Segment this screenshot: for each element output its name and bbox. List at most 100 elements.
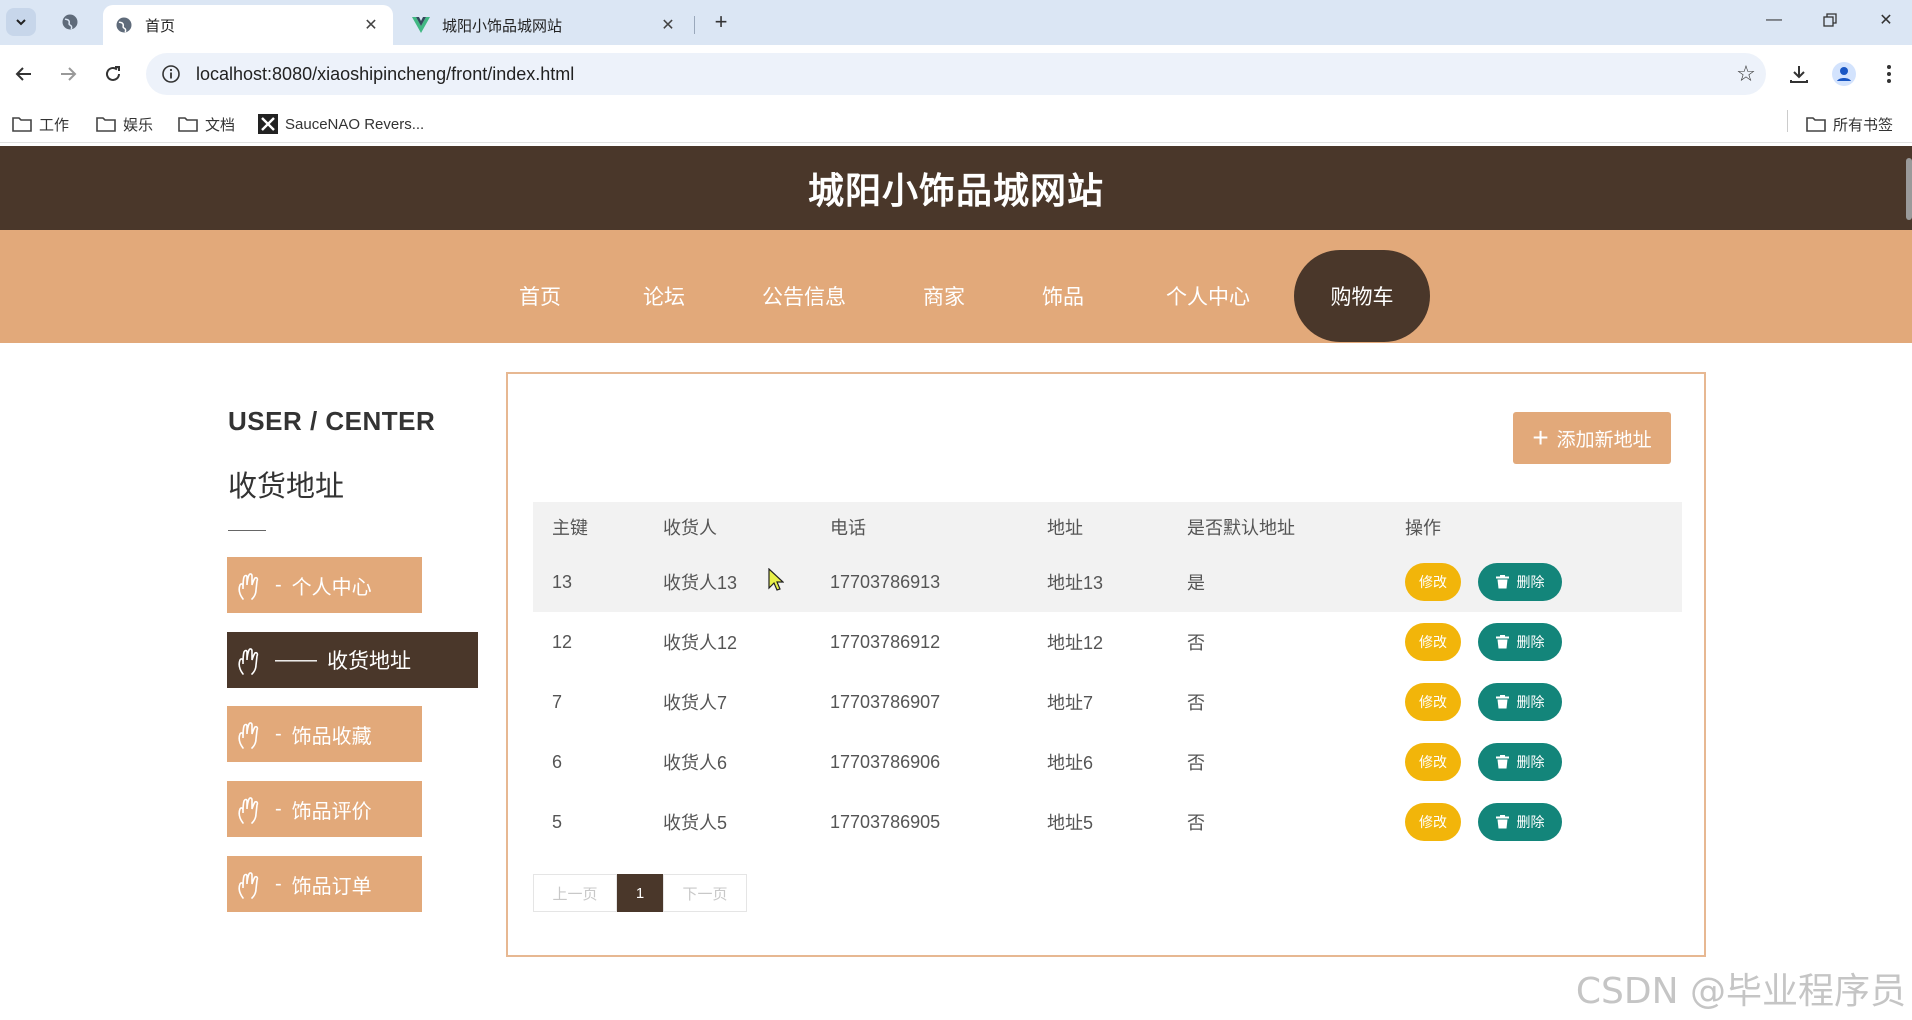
- table-row[interactable]: 6 收货人6 17703786906 地址6 否 修改 删除: [533, 732, 1682, 792]
- profile-avatar-icon[interactable]: [1829, 59, 1859, 89]
- cell-name: 收货人5: [663, 813, 728, 833]
- tab-separator: [694, 16, 695, 34]
- next-page-button[interactable]: 下一页: [663, 874, 747, 912]
- mouse-cursor-icon: [768, 567, 785, 597]
- cell-phone: 17703786912: [830, 631, 941, 652]
- tab-search-button[interactable]: [6, 8, 36, 36]
- add-address-button[interactable]: + 添加新地址: [1513, 412, 1671, 464]
- tab-title: 城阳小饰品城网站: [442, 17, 563, 35]
- delete-label: 删除: [1516, 634, 1545, 650]
- folder-icon: [1806, 116, 1826, 132]
- sidebar-item-label: 收货地址: [327, 650, 411, 673]
- column-header: 收货人: [663, 518, 717, 538]
- column-header: 地址: [1047, 518, 1083, 538]
- edit-button[interactable]: 修改: [1405, 623, 1461, 661]
- cell-default: 否: [1187, 753, 1205, 773]
- nav-home[interactable]: 首页: [506, 250, 574, 342]
- add-address-label: 添加新地址: [1556, 429, 1652, 451]
- vue-logo-icon: [412, 16, 430, 34]
- delete-label: 删除: [1516, 694, 1545, 710]
- cell-address: 地址7: [1047, 693, 1094, 713]
- nav-cart[interactable]: 购物车: [1294, 250, 1430, 342]
- table-row[interactable]: 7 收货人7 17703786907 地址7 否 修改 删除: [533, 672, 1682, 732]
- forward-arrow-icon[interactable]: [53, 59, 83, 89]
- sidebar-item-reviews[interactable]: - 饰品评价: [227, 781, 422, 837]
- delete-button[interactable]: 删除: [1478, 803, 1562, 841]
- table-row[interactable]: 13 收货人13 17703786913 地址13 是 修改 删除: [533, 552, 1682, 612]
- all-bookmarks[interactable]: 所有书签: [1806, 111, 1893, 137]
- bookmark-label: 娱乐: [123, 116, 154, 134]
- minimize-icon[interactable]: —: [1746, 0, 1802, 40]
- close-icon[interactable]: ✕: [361, 15, 381, 35]
- url-text: localhost:8080/xiaoshipincheng/front/ind…: [196, 63, 575, 84]
- bookmarks-bar: 工作 娱乐 文档 SauceNAO Revers... 所有书签: [0, 103, 1912, 143]
- edit-button[interactable]: 修改: [1405, 803, 1461, 841]
- column-header: 电话: [830, 518, 866, 538]
- table-row[interactable]: 12 收货人12 17703786912 地址12 否 修改 删除: [533, 612, 1682, 672]
- scrollbar-thumb[interactable]: [1906, 158, 1912, 220]
- table-row[interactable]: 5 收货人5 17703786905 地址5 否 修改 删除: [533, 792, 1682, 852]
- sidebar-item-label: 饰品订单: [291, 875, 372, 898]
- back-arrow-icon[interactable]: [9, 59, 39, 89]
- site-info-icon[interactable]: [150, 64, 192, 84]
- sidebar-item-orders[interactable]: - 饰品订单: [227, 856, 422, 912]
- delete-label: 删除: [1516, 814, 1545, 830]
- delete-button[interactable]: 删除: [1478, 563, 1562, 601]
- column-header: 操作: [1405, 518, 1441, 538]
- delete-button[interactable]: 删除: [1478, 683, 1562, 721]
- cell-name: 收货人13: [663, 573, 738, 593]
- delete-button[interactable]: 删除: [1478, 743, 1562, 781]
- nav-accessories[interactable]: 饰品: [1030, 250, 1096, 342]
- cell-name: 收货人12: [663, 633, 738, 653]
- bookmark-folder[interactable]: 工作: [12, 111, 69, 137]
- browser-tabstrip: 首页 ✕ 城阳小饰品城网站 ✕ + — ✕: [0, 0, 1912, 45]
- nav-notice[interactable]: 公告信息: [756, 250, 852, 342]
- restore-icon[interactable]: [1802, 0, 1858, 40]
- cell-phone: 17703786906: [830, 751, 941, 772]
- sidebar-item-user-center[interactable]: - 个人中心: [227, 557, 422, 613]
- cell-address: 地址6: [1047, 753, 1094, 773]
- trash-icon: [1495, 575, 1509, 589]
- edit-button[interactable]: 修改: [1405, 743, 1461, 781]
- new-tab-button[interactable]: +: [706, 8, 736, 36]
- reload-icon[interactable]: [98, 59, 128, 89]
- edit-button[interactable]: 修改: [1405, 563, 1461, 601]
- page-number-button[interactable]: 1: [617, 874, 663, 912]
- nav-merchant[interactable]: 商家: [908, 250, 980, 342]
- section-title: 收货地址: [228, 471, 345, 503]
- cell-default: 否: [1187, 693, 1205, 713]
- bookmark-star-icon[interactable]: ☆: [1726, 61, 1766, 87]
- pinned-tab[interactable]: [55, 8, 85, 36]
- sidebar-item-address[interactable]: —— 收货地址: [227, 632, 478, 688]
- divider: [228, 530, 266, 531]
- edit-button[interactable]: 修改: [1405, 683, 1461, 721]
- address-table: 主键 收货人 电话 地址 是否默认地址 操作 13 收货人13 17703786…: [533, 502, 1682, 852]
- close-icon[interactable]: ✕: [658, 15, 678, 35]
- bookmark-link[interactable]: SauceNAO Revers...: [258, 111, 424, 137]
- url-field[interactable]: localhost:8080/xiaoshipincheng/front/ind…: [146, 53, 1766, 95]
- cell-default: 否: [1187, 633, 1205, 653]
- tab-title: 首页: [145, 17, 176, 35]
- site-title: 城阳小饰品城网站: [807, 170, 1104, 211]
- cell-address: 地址13: [1047, 573, 1104, 593]
- nav-forum[interactable]: 论坛: [628, 250, 700, 342]
- sidebar-item-favorites[interactable]: - 饰品收藏: [227, 706, 422, 762]
- folder-icon: [178, 116, 198, 132]
- bookmark-folder[interactable]: 娱乐: [96, 111, 153, 137]
- nav-user-center[interactable]: 个人中心: [1160, 250, 1256, 342]
- download-icon[interactable]: [1784, 59, 1814, 89]
- cell-id: 5: [552, 811, 563, 832]
- tab-home[interactable]: 首页 ✕: [103, 5, 393, 45]
- prev-page-button[interactable]: 上一页: [533, 874, 617, 912]
- delete-button[interactable]: 删除: [1478, 623, 1562, 661]
- sidebar-item-label: 个人中心: [291, 576, 372, 599]
- chevron-down-icon: [16, 19, 26, 26]
- tab-site[interactable]: 城阳小饰品城网站 ✕: [400, 5, 690, 45]
- more-menu-icon[interactable]: [1874, 59, 1904, 89]
- cell-id: 13: [552, 571, 573, 592]
- window-close-icon[interactable]: ✕: [1858, 0, 1912, 40]
- bookmark-folder[interactable]: 文档: [178, 111, 235, 137]
- delete-label: 删除: [1516, 754, 1545, 770]
- cell-address: 地址12: [1047, 633, 1104, 653]
- trash-icon: [1495, 635, 1509, 649]
